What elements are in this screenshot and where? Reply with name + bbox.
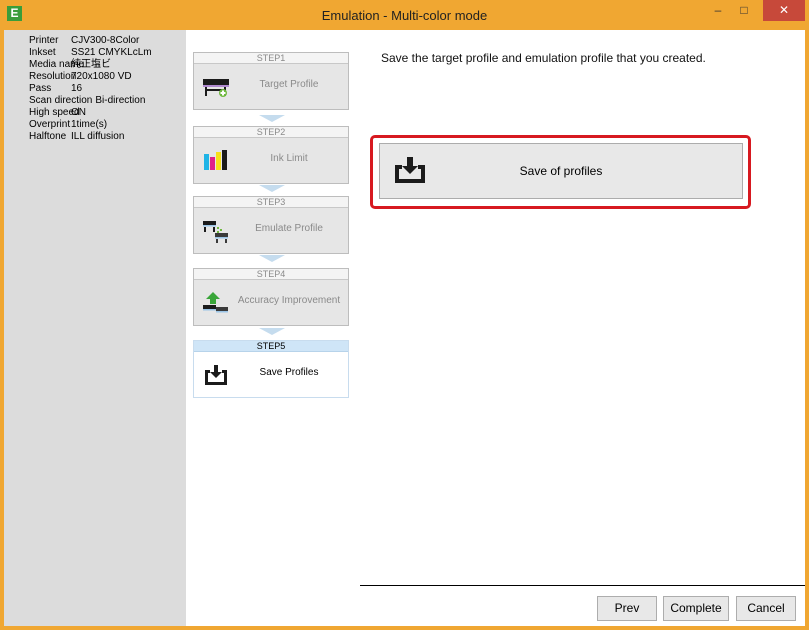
info-row-overprint: Overprint 1time(s)	[29, 119, 186, 131]
complete-button[interactable]: Complete	[663, 596, 729, 621]
info-label: Printer	[29, 35, 59, 46]
step-label: Ink Limit	[270, 153, 308, 164]
info-row-media: Media name 純正塩ビ	[29, 59, 186, 71]
title-bar[interactable]: E Emulation - Multi-color mode – □ ✕	[0, 0, 809, 30]
info-value: ILL diffusion	[71, 131, 125, 142]
ink-bars-icon	[204, 150, 227, 170]
info-value: 720x1080 VD	[71, 71, 132, 82]
info-row-printer: Printer CJV300-8Color	[29, 35, 186, 47]
step-arrow-icon	[259, 328, 285, 335]
info-value: 純正塩ビ	[71, 59, 111, 70]
info-value: ON	[71, 107, 86, 118]
cancel-button[interactable]: Cancel	[736, 596, 796, 621]
step-3-emulate-profile[interactable]: STEP3 Emulate Profile	[193, 196, 349, 254]
step-4-accuracy-improvement[interactable]: STEP4 Accuracy Improvement	[193, 268, 349, 326]
step-label: Save Profiles	[259, 367, 319, 378]
print-settings-panel: Printer CJV300-8Color Inkset SS21 CMYKLc…	[4, 30, 186, 626]
info-row-scan-direction: Scan direction Bi-direction	[29, 95, 186, 107]
info-value: SS21 CMYKLcLm	[71, 47, 152, 58]
step-label: Target Profile	[259, 79, 319, 90]
info-label: High speed	[29, 107, 80, 118]
info-row-halftone: Halftone ILL diffusion	[29, 131, 186, 143]
step-heading: STEP4	[194, 269, 348, 280]
step-arrow-icon	[259, 115, 285, 122]
step-arrow-icon	[259, 185, 285, 192]
info-label: Halftone	[29, 131, 67, 142]
accuracy-icon	[203, 292, 228, 313]
step-heading: STEP3	[194, 197, 348, 208]
maximize-button[interactable]: □	[731, 0, 757, 21]
step-label: Emulate Profile	[255, 223, 323, 234]
info-label: Overprint	[29, 119, 71, 130]
info-value: Bi-direction	[95, 95, 146, 106]
client-area: Printer CJV300-8Color Inkset SS21 CMYKLc…	[4, 30, 805, 626]
instruction-text: Save the target profile and emulation pr…	[381, 51, 706, 65]
save-profiles-button[interactable]: Save of profiles	[379, 143, 743, 199]
info-label: Inkset	[29, 47, 56, 58]
close-button[interactable]: ✕	[763, 0, 805, 21]
minimize-button[interactable]: –	[705, 0, 731, 21]
step-5-save-profiles[interactable]: STEP5 Save Profiles	[193, 340, 349, 398]
step-1-target-profile[interactable]: STEP1 Target Profile	[193, 52, 349, 110]
info-value: CJV300-8Color	[71, 35, 140, 46]
info-label: Resolution	[29, 71, 77, 82]
info-label: Scan direction	[29, 95, 93, 106]
info-label: Pass	[29, 83, 52, 94]
emulation-window: E Emulation - Multi-color mode – □ ✕ Pri…	[0, 0, 809, 630]
emulate-icon	[203, 221, 228, 243]
footer-divider	[360, 585, 805, 586]
step-heading: STEP2	[194, 127, 348, 138]
info-row-resolution: Resolution 720x1080 VD	[29, 71, 186, 83]
save-tray-icon	[205, 365, 227, 385]
step-arrow-icon	[259, 255, 285, 262]
info-label: Media name	[29, 59, 85, 70]
info-value: 1time(s)	[71, 119, 108, 130]
info-row-inkset: Inkset SS21 CMYKLcLm	[29, 47, 186, 59]
window-title: Emulation - Multi-color mode	[321, 8, 488, 23]
info-value: 16	[71, 83, 83, 94]
prev-button[interactable]: Prev	[597, 596, 657, 621]
step-heading: STEP5	[194, 341, 348, 352]
info-row-high-speed: High speed ON	[29, 107, 186, 119]
step-2-ink-limit[interactable]: STEP2 Ink Limit	[193, 126, 349, 184]
step-heading: STEP1	[194, 53, 348, 64]
save-button-label: Save of profiles	[519, 164, 603, 178]
printer-icon	[203, 79, 229, 97]
step-label: Accuracy Improvement	[237, 295, 341, 306]
info-row-pass: Pass 16	[29, 83, 186, 95]
